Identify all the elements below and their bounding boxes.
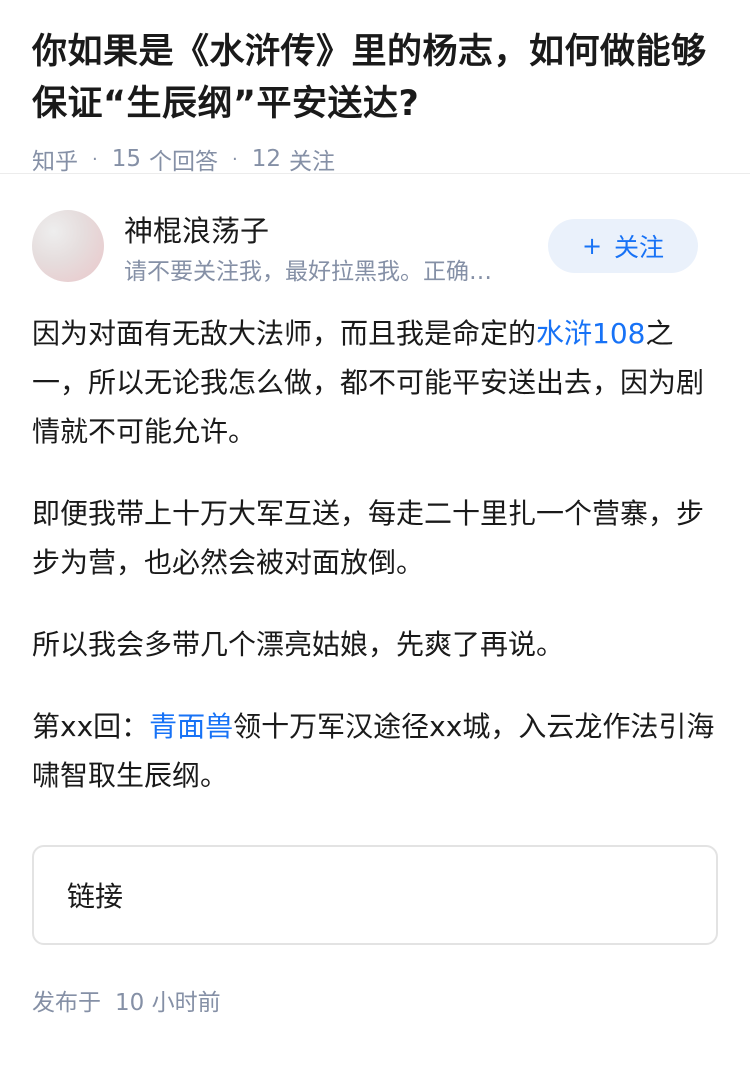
inline-link[interactable]: 青面兽 <box>149 710 233 743</box>
paragraph: 即便我带上十万大军互送，每走二十里扎一个营寨，步步为营，也必然会被对面放倒。 <box>32 497 705 579</box>
answer-content: 因为对面有无敌大法师，而且我是命定的水浒108之一，所以无论我怎么做，都不可能平… <box>0 309 750 800</box>
question-meta: 知乎 · 15 个回答 · 12 关注 <box>32 142 718 176</box>
paragraph: 第xx回：青面兽领十万军汉途径xx城，入云龙作法引海啸智取生辰纲。 <box>32 702 718 800</box>
question-title[interactable]: 你如果是《水浒传》里的杨志，如何做能够保证“生辰纲”平安送达? <box>32 26 718 130</box>
author-bio: 请不要关注我，最好拉黑我。正确… <box>124 259 492 285</box>
inline-link[interactable]: 水浒108 <box>536 317 645 350</box>
text: 第xx回： <box>32 710 150 743</box>
paragraph: 所以我会多带几个漂亮姑娘，先爽了再说。 <box>32 628 565 661</box>
author-row: 神棍浪荡子 请不要关注我，最好拉黑我。正确… + 关注 <box>0 174 750 289</box>
answers-label[interactable]: 个回答 <box>149 142 218 176</box>
separator-dot: · <box>92 148 98 170</box>
text: 因为对面有无敌大法师，而且我是命定的 <box>32 317 537 350</box>
published-label: 发布于 <box>32 990 101 1016</box>
separator-dot: · <box>232 148 238 170</box>
follows-label[interactable]: 关注 <box>289 142 335 176</box>
source-label[interactable]: 知乎 <box>32 142 78 176</box>
link-card[interactable]: 链接 <box>32 845 718 945</box>
follows-count: 12 <box>251 146 282 172</box>
follow-button[interactable]: + 关注 <box>548 219 698 273</box>
question-header: 你如果是《水浒传》里的杨志，如何做能够保证“生辰纲”平安送达? 知乎 · 15 … <box>0 0 750 176</box>
author-name[interactable]: 神棍浪荡子 <box>124 208 269 250</box>
published-time: 10 小时前 <box>115 990 221 1016</box>
paragraph: 因为对面有无敌大法师，而且我是命定的水浒108之一，所以无论我怎么做，都不可能平… <box>32 309 718 456</box>
publish-time: 发布于 10 小时前 <box>32 983 718 1017</box>
plus-icon: + <box>581 232 603 260</box>
follow-button-label: 关注 <box>614 233 665 262</box>
avatar[interactable] <box>32 210 104 282</box>
link-card-label: 链接 <box>67 880 124 913</box>
answers-count: 15 <box>111 146 142 172</box>
